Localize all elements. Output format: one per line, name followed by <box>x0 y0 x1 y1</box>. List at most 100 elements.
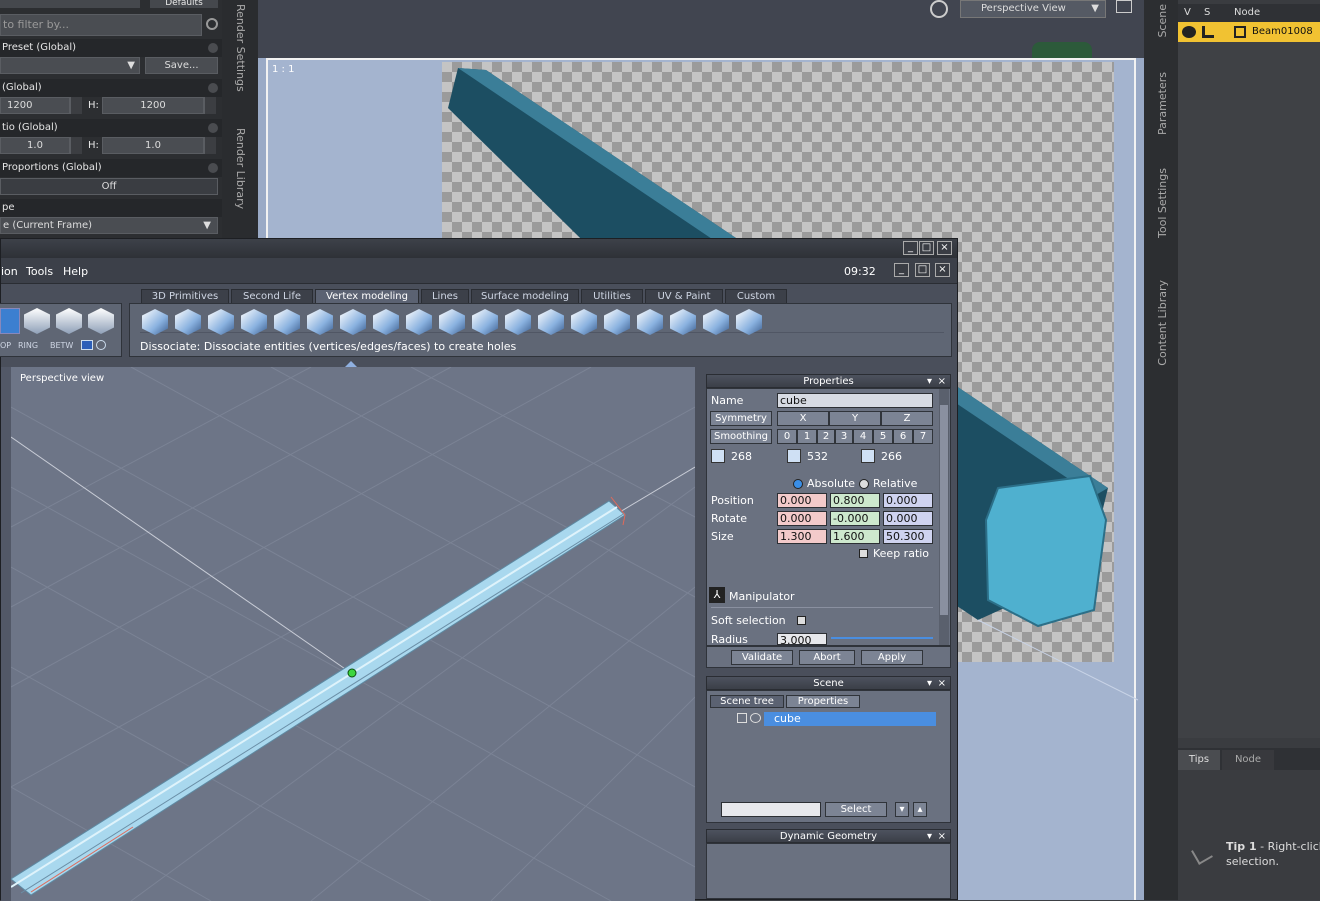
ratio-h-spinner[interactable] <box>204 137 216 154</box>
position-y[interactable]: 0.800 <box>830 493 880 508</box>
gear-icon[interactable] <box>208 163 218 173</box>
select-face-icon[interactable] <box>88 308 114 334</box>
minimize-button[interactable]: _ <box>903 241 918 255</box>
name-field[interactable]: cube <box>777 393 933 408</box>
properties-scrollbar[interactable] <box>939 389 949 645</box>
width-spinner[interactable] <box>70 97 82 114</box>
width-field[interactable]: 1200 <box>0 97 70 114</box>
position-z[interactable]: 0.000 <box>883 493 933 508</box>
select-edge-icon[interactable] <box>56 308 82 334</box>
apply-button[interactable]: Apply <box>861 650 923 665</box>
ratio-h-field[interactable]: 1.0 <box>102 137 204 154</box>
abort-button[interactable]: Abort <box>799 650 855 665</box>
frame-select-icon[interactable] <box>81 340 93 350</box>
tab-uv-paint[interactable]: UV & Paint <box>645 289 723 303</box>
tab-custom[interactable]: Custom <box>725 289 787 303</box>
radius-slider[interactable] <box>831 637 933 639</box>
radius-field[interactable]: 3.000 <box>777 633 827 645</box>
gear-icon[interactable] <box>208 43 218 53</box>
tab-utilities[interactable]: Utilities <box>581 289 643 303</box>
rotate-x[interactable]: 0.000 <box>777 511 827 526</box>
smoothing-2[interactable]: 2 <box>817 429 835 444</box>
gear-icon[interactable] <box>208 123 218 133</box>
rotate-z[interactable]: 0.000 <box>883 511 933 526</box>
lasso-select-icon[interactable] <box>96 340 106 350</box>
smoothing-5[interactable]: 5 <box>873 429 893 444</box>
close-button[interactable]: × <box>937 241 952 255</box>
doc-minimize-button[interactable]: _ <box>894 263 909 277</box>
smoothing-3[interactable]: 3 <box>835 429 853 444</box>
smoothing-7[interactable]: 7 <box>913 429 933 444</box>
tab-scene-tree[interactable]: Scene tree <box>710 695 784 708</box>
chevron-down-icon[interactable]: ▾ <box>927 375 932 389</box>
ratio-w-field[interactable]: 1.0 <box>0 137 70 154</box>
between-button[interactable]: BETW <box>50 341 73 350</box>
tab-lines[interactable]: Lines <box>421 289 469 303</box>
rotate-y[interactable]: -0.000 <box>830 511 880 526</box>
scene-search-input[interactable] <box>721 802 821 817</box>
validate-button[interactable]: Validate <box>731 650 793 665</box>
manipulator-center[interactable] <box>347 668 357 678</box>
select-button[interactable]: Select <box>825 802 887 817</box>
smoothing-0[interactable]: 0 <box>777 429 797 444</box>
tab-vertex-modeling[interactable]: Vertex modeling <box>315 289 419 303</box>
maximize-button[interactable]: □ <box>919 241 934 255</box>
size-y[interactable]: 1.600 <box>830 529 880 544</box>
menu-selection[interactable]: ion <box>1 265 18 278</box>
tab-surface-modeling[interactable]: Surface modeling <box>471 289 579 303</box>
symmetry-y-button[interactable]: Y <box>829 411 881 426</box>
filter-input[interactable]: to filter by... <box>0 14 202 36</box>
close-icon[interactable]: × <box>938 830 946 844</box>
height-spinner[interactable] <box>204 97 216 114</box>
select-mode-icon[interactable] <box>0 308 20 334</box>
gear-icon[interactable] <box>208 83 218 93</box>
tab-tips[interactable]: Tips <box>1178 750 1220 770</box>
eye-icon[interactable] <box>750 713 761 723</box>
tab-3d-primitives[interactable]: 3D Primitives <box>141 289 229 303</box>
tab-parameters[interactable]: Parameters <box>1156 72 1169 135</box>
toolbar-collapse-icon[interactable] <box>345 361 357 367</box>
filter-dropdown[interactable] <box>0 0 140 8</box>
symmetry-x-button[interactable]: X <box>777 411 829 426</box>
position-x[interactable]: 0.000 <box>777 493 827 508</box>
tab-render-library[interactable]: Render Library <box>234 128 247 209</box>
symmetry-button[interactable]: Symmetry <box>710 411 772 426</box>
pointer-icon[interactable] <box>1202 26 1214 38</box>
preset-select[interactable]: ▼ <box>0 57 140 74</box>
proportions-toggle[interactable]: Off <box>0 178 218 195</box>
chevron-down-icon[interactable]: ▾ <box>895 802 909 817</box>
scene-tree-area[interactable] <box>1178 42 1320 738</box>
select-vertex-icon[interactable] <box>24 308 50 334</box>
defaults-button[interactable]: Defaults <box>150 0 218 8</box>
soft-selection-checkbox[interactable] <box>797 616 806 625</box>
doc-maximize-button[interactable]: □ <box>915 263 930 277</box>
relative-radio[interactable] <box>859 479 869 489</box>
symmetry-z-button[interactable]: Z <box>881 411 933 426</box>
smoothing-1[interactable]: 1 <box>797 429 817 444</box>
ratio-w-spinner[interactable] <box>70 137 82 154</box>
lock-icon[interactable] <box>737 713 747 723</box>
keep-ratio-checkbox[interactable] <box>859 549 868 558</box>
ring-button[interactable]: RING <box>18 341 38 350</box>
menu-help[interactable]: Help <box>63 265 88 278</box>
scroll-thumb[interactable] <box>940 405 948 615</box>
smoothing-button[interactable]: Smoothing <box>710 429 772 444</box>
chevron-up-icon[interactable]: ▴ <box>913 802 927 817</box>
tab-scene[interactable]: Scene <box>1156 4 1169 38</box>
tab-node[interactable]: Node <box>1222 750 1274 770</box>
hexagon-perspective-viewport[interactable]: Perspective view <box>11 367 695 901</box>
tab-tool-settings[interactable]: Tool Settings <box>1156 168 1169 238</box>
type-select[interactable]: e (Current Frame) ▼ <box>0 217 218 234</box>
preset-save-button[interactable]: Save... <box>145 57 218 74</box>
loop-button[interactable]: OP <box>0 341 11 350</box>
scene-item-cube[interactable]: cube <box>764 712 936 726</box>
close-icon[interactable]: × <box>938 375 946 389</box>
size-z[interactable]: 50.300 <box>883 529 933 544</box>
smoothing-6[interactable]: 6 <box>893 429 913 444</box>
close-icon[interactable]: × <box>938 677 946 691</box>
eye-icon[interactable] <box>1182 26 1196 38</box>
menu-tools[interactable]: Tools <box>26 265 53 278</box>
search-icon[interactable] <box>206 18 218 30</box>
chevron-down-icon[interactable]: ▾ <box>927 830 932 844</box>
smoothing-4[interactable]: 4 <box>853 429 873 444</box>
